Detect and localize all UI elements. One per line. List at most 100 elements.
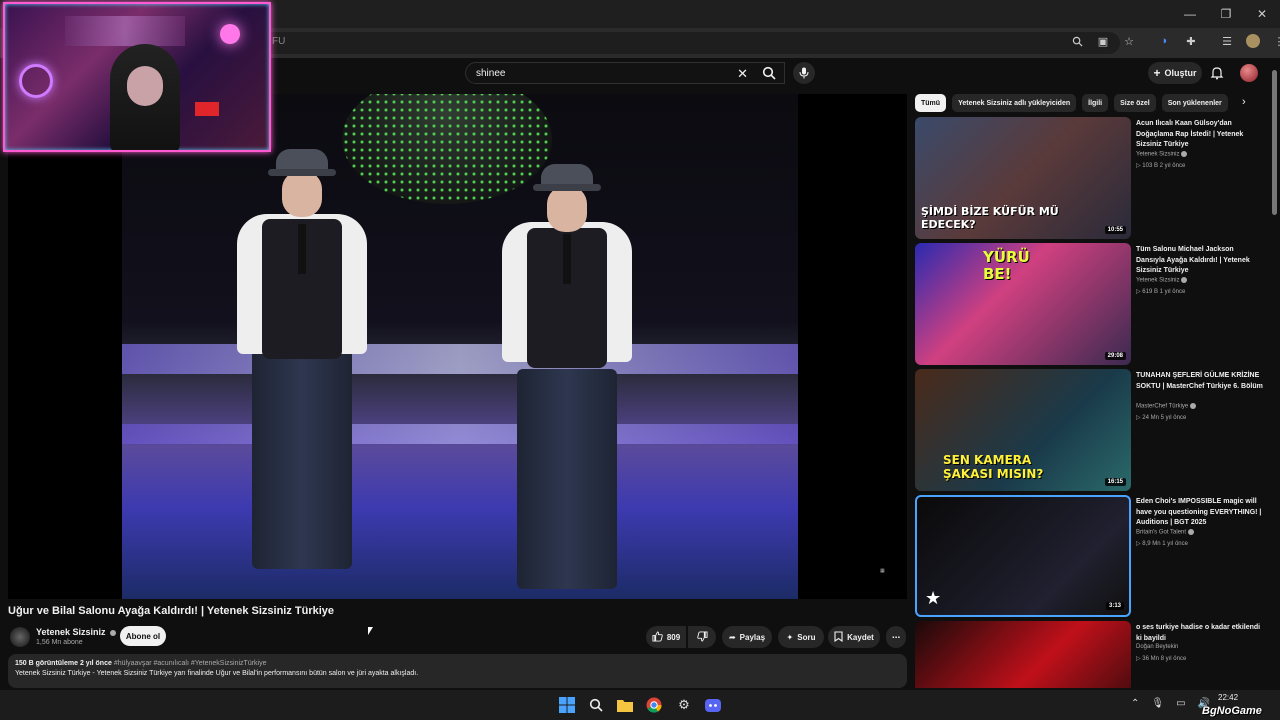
install-app-icon[interactable]: ▣ — [1096, 34, 1110, 48]
maximize-button[interactable]: ❐ — [1208, 0, 1244, 28]
search-icon[interactable] — [586, 695, 606, 715]
thumbnail-caption: YÜRÜ BE! — [983, 248, 1030, 283]
video-title[interactable]: Acun Ilıcalı Kaan Gülsoy'dan Doğaçlama R… — [1136, 119, 1264, 151]
video-title[interactable]: TUNAHAN ŞEFLERİ GÜLME KRİZİNE SOKTU | Ma… — [1136, 371, 1264, 392]
chevron-up-icon[interactable]: ⌃ — [1131, 698, 1139, 709]
share-arrow-icon: ➦ — [728, 632, 736, 642]
watermark-logo: BgNoGame — [1202, 705, 1262, 717]
reading-list-icon[interactable]: ☰ — [1220, 34, 1234, 48]
red-sign — [195, 102, 219, 116]
browser-menu-icon[interactable]: ⋮ — [1272, 34, 1280, 48]
channel-name[interactable]: MasterChef Türkiye — [1136, 403, 1197, 410]
address-bar[interactable]: FU — [260, 32, 1120, 54]
chevron-right-icon[interactable]: › — [1242, 96, 1246, 108]
views-and-age: 150 B görüntüleme 2 yıl önce — [15, 660, 112, 667]
sparkle-icon: ✦ — [786, 632, 794, 642]
channel-avatar[interactable] — [10, 627, 30, 647]
save-label: Kaydet — [847, 632, 874, 642]
description-text: Yetenek Sizsiniz Türkiye - Yetenek Sizsi… — [15, 670, 419, 677]
recommendation-item[interactable]: o ses turkiye hadise o kadar etkilendi k… — [915, 621, 1265, 688]
hashtags[interactable]: #hülyaavşar #acunılıcalı #YetenekSizsini… — [114, 660, 267, 667]
scrollbar-thumb[interactable] — [1272, 70, 1277, 215]
extensions-puzzle-icon[interactable]: ✚ — [1184, 34, 1198, 48]
search-query[interactable]: shinee — [476, 68, 505, 79]
browser-action-icons: ▣ ☆ ◗ ✚ ☰ ⋮ — [1070, 34, 1280, 48]
video-meta: ▷ 24 Mn 5 yıl önce — [1136, 415, 1187, 421]
verified-icon — [1188, 529, 1195, 535]
chip-recent[interactable]: Son yüklenenler — [1161, 94, 1228, 112]
close-window-button[interactable]: ✕ — [1244, 0, 1280, 28]
clock[interactable]: 22:42 — [1218, 693, 1238, 702]
description-box[interactable]: 150 B görüntüleme 2 yıl önce #hülyaavşar… — [8, 654, 907, 688]
window-controls: — ❐ ✕ — [1172, 0, 1280, 28]
channel-name[interactable]: Yetenek Sizsiniz — [1136, 277, 1188, 284]
account-avatar[interactable] — [1240, 64, 1258, 82]
ask-button[interactable]: ✦ Soru — [778, 626, 824, 648]
profile-avatar-icon[interactable] — [1246, 34, 1260, 48]
chrome-icon[interactable] — [644, 695, 664, 715]
subscribe-button[interactable]: Abone ol — [120, 626, 166, 646]
bookmark-star-icon[interactable]: ☆ — [1122, 34, 1136, 48]
thumbs-up-icon — [652, 630, 663, 644]
microphone-icon[interactable]: 🎙 — [1151, 698, 1164, 709]
neon-moon-light — [19, 64, 53, 98]
voice-search-icon[interactable] — [793, 62, 815, 84]
mouse-cursor — [368, 627, 373, 635]
video-title[interactable]: o ses turkiye hadise o kadar etkilendi k… — [1136, 623, 1264, 644]
system-tray: ⌃ 🎙 ▭ 🔊 — [1131, 698, 1210, 709]
minimize-button[interactable]: — — [1172, 0, 1208, 28]
chip-from-channel[interactable]: Yetenek Sizsiniz adlı yükleyiciden — [952, 94, 1077, 112]
channel-name[interactable]: Britain's Got Talent — [1136, 529, 1195, 536]
star-logo-icon: ★ — [925, 588, 942, 608]
app-icon[interactable]: ⚙ — [674, 695, 694, 715]
start-menu-icon[interactable] — [557, 695, 577, 715]
verified-icon — [1190, 403, 1197, 409]
video-title[interactable]: Tüm Salonu Michael Jackson Dansıyla Ayağ… — [1136, 245, 1264, 277]
notifications-bell-icon[interactable] — [1210, 66, 1224, 80]
ask-label: Soru — [797, 632, 816, 642]
thumbnail[interactable]: ŞİMDİ BİZE KÜFÜR MÜ EDECEK? 10:55 — [915, 117, 1131, 239]
more-actions-icon[interactable]: ⋯ — [886, 626, 906, 648]
like-count: 809 — [666, 632, 681, 642]
dislike-button[interactable] — [688, 626, 716, 648]
discord-icon[interactable] — [703, 695, 723, 715]
save-button[interactable]: Kaydet — [828, 626, 880, 648]
search-input[interactable]: shinee ✕ — [465, 62, 785, 84]
network-icon[interactable]: ▭ — [1176, 698, 1185, 709]
channel-name[interactable]: Yetenek Sizsiniz — [36, 627, 117, 637]
recommendation-item[interactable]: SEN KAMERA ŞAKASI MISIN? 16:15 TUNAHAN Ş… — [915, 369, 1265, 491]
chip-for-you[interactable]: Size özel — [1114, 94, 1156, 112]
recommendation-item[interactable]: ŞİMDİ BİZE KÜFÜR MÜ EDECEK? 10:55 Acun I… — [915, 117, 1265, 239]
clear-search-icon[interactable]: ✕ — [737, 66, 748, 82]
windows-taskbar: ⚙ ⌃ 🎙 ▭ 🔊 22:42 — [0, 690, 1280, 720]
extension-audio-icon[interactable]: ◗ — [1158, 34, 1172, 48]
thumbnail[interactable]: SEN KAMERA ŞAKASI MISIN? 16:15 — [915, 369, 1131, 491]
create-button[interactable]: + Oluştur — [1148, 62, 1202, 84]
video-title[interactable]: Eden Choi's IMPOSSIBLE magic will have y… — [1136, 497, 1264, 529]
create-label: Oluştur — [1164, 68, 1197, 78]
stage-light-band-lower — [122, 424, 798, 444]
disco-ball — [342, 94, 552, 204]
thumbnail[interactable] — [915, 621, 1131, 688]
file-explorer-icon[interactable] — [615, 695, 635, 715]
zoom-icon[interactable] — [1070, 34, 1084, 48]
verified-icon — [1181, 151, 1188, 157]
chip-related[interactable]: İlgili — [1082, 94, 1109, 112]
streamer-face — [127, 66, 163, 106]
plus-icon: + — [1153, 66, 1161, 80]
recommendation-item[interactable]: YÜRÜ BE! 29:08 Tüm Salonu Michael Jackso… — [915, 243, 1265, 365]
thumbnail[interactable]: YÜRÜ BE! 29:08 — [915, 243, 1131, 365]
recommendation-item[interactable]: ★ 3:13 Eden Choi's IMPOSSIBLE magic will… — [915, 495, 1265, 617]
webcam-overlay — [3, 2, 271, 152]
video-meta: ▷ 103 B 2 yıl önce — [1136, 163, 1186, 169]
search-icon[interactable] — [762, 66, 778, 82]
chip-all[interactable]: Tümü — [915, 94, 947, 112]
duration-badge: 16:15 — [1104, 478, 1126, 486]
like-button[interactable]: 809 — [646, 626, 686, 648]
duration-badge: 29:08 — [1104, 352, 1126, 360]
channel-name[interactable]: Doğan Beytekin — [1136, 644, 1178, 650]
thumbnail[interactable]: ★ 3:13 — [915, 495, 1131, 617]
share-button[interactable]: ➦ Paylaş — [722, 626, 772, 648]
channel-name[interactable]: Yetenek Sizsiniz — [1136, 151, 1188, 158]
video-player[interactable]: ▦ — [8, 94, 907, 599]
